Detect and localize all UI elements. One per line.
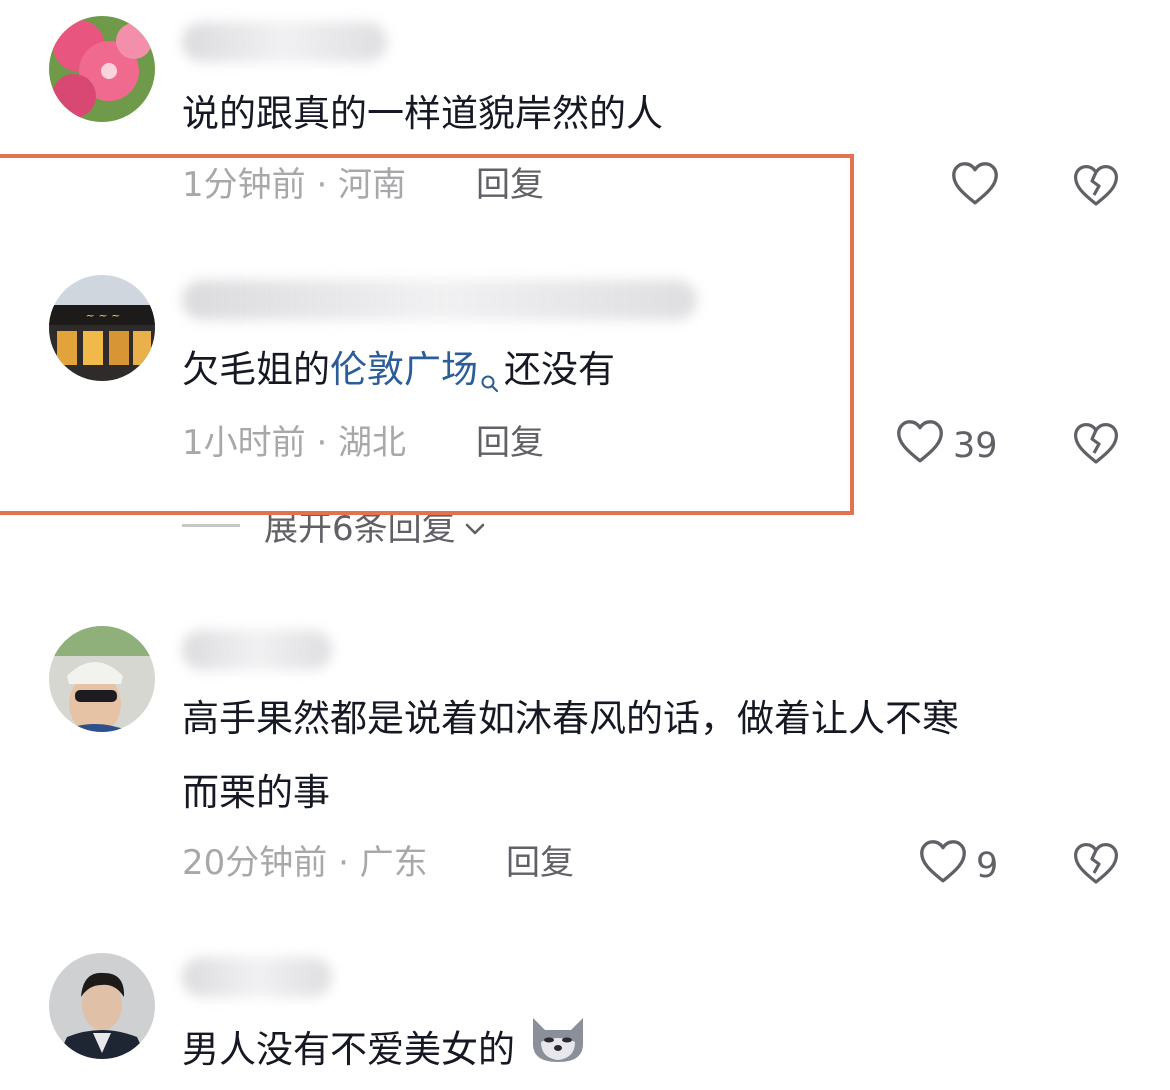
like-button[interactable] <box>950 160 1008 215</box>
divider-line <box>182 523 240 527</box>
heart-icon <box>918 838 968 893</box>
comment-text: 说的跟真的一样道貌岸然的人 <box>182 92 663 135</box>
heart-icon <box>950 160 1000 215</box>
comment-text: 男人没有不爱美女的 <box>182 1012 587 1090</box>
reply-button[interactable]: 回复 <box>506 841 574 885</box>
wolf-emoji-icon <box>529 1014 587 1090</box>
like-button[interactable]: 39 <box>895 418 998 473</box>
dislike-button[interactable] <box>1072 841 1120 889</box>
comment-text-content: 男人没有不爱美女的 <box>182 1028 515 1071</box>
username-blurred[interactable] <box>182 22 387 62</box>
avatar[interactable] <box>49 626 155 732</box>
broken-heart-icon <box>1072 165 1120 211</box>
like-count: 39 <box>953 425 998 466</box>
comment-meta: 20分钟前 · 广东 <box>182 843 428 883</box>
like-button[interactable]: 9 <box>918 838 998 893</box>
dislike-button[interactable] <box>1072 163 1120 211</box>
heart-icon <box>895 418 945 473</box>
avatar[interactable] <box>49 953 155 1059</box>
broken-heart-icon <box>1072 423 1120 469</box>
username-blurred[interactable] <box>182 957 332 997</box>
dislike-button[interactable] <box>1072 421 1120 469</box>
avatar[interactable] <box>49 16 155 122</box>
highlight-box <box>0 154 854 515</box>
like-count: 9 <box>976 845 999 886</box>
username-blurred[interactable] <box>182 630 332 670</box>
comment-text: 高手果然都是说着如沐春风的话，做着让人不寒 <box>182 697 959 740</box>
broken-heart-icon <box>1072 843 1120 889</box>
comment-text: 而栗的事 <box>182 771 330 814</box>
